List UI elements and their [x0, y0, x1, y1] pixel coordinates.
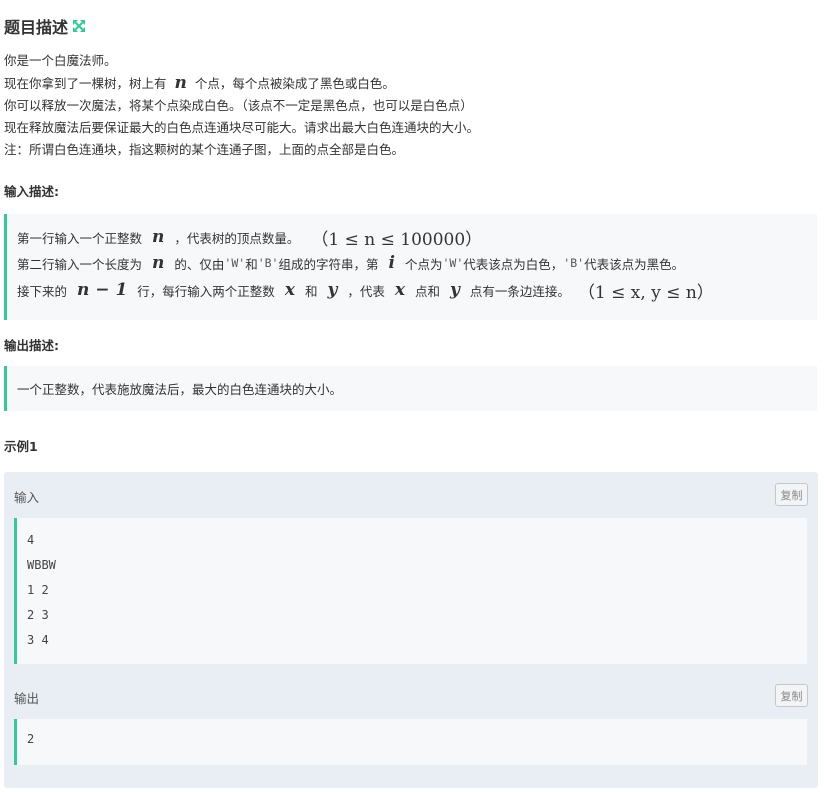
- example-box: 输入 复制 4 WBBW 1 2 2 3 3 4 输出 复制 2: [4, 472, 818, 788]
- description-line: 注：所谓白色连通块，指这颗树的某个连通子图，上面的点全部是白色。: [4, 142, 405, 157]
- code-line: 2: [27, 732, 35, 746]
- code-line: 2 3: [27, 608, 49, 622]
- description-line: 现在释放魔法后要保证最大的白色点连通块尽可能大。请求出最大白色连通块的大小。: [4, 120, 480, 135]
- output-description-block: 一个正整数，代表施放魔法后，最大的白色连通块的大小。: [4, 366, 817, 411]
- copy-input-button[interactable]: 复制: [775, 483, 808, 506]
- output-description-heading: 输出描述:: [4, 338, 59, 353]
- example-input-label: 输入: [14, 490, 40, 505]
- expand-icon[interactable]: [72, 19, 86, 33]
- problem-title-row: 题目描述: [4, 14, 86, 38]
- input-line-3: 接下来的 n − 1 行，每行输入两个正整数 x 和 y ，代表 x 点和 y …: [17, 276, 817, 304]
- input-description-block: 第一行输入一个正整数 n ，代表树的顶点数量。 （1 ≤ n ≤ 100000）…: [4, 214, 817, 320]
- copy-output-button[interactable]: 复制: [775, 684, 808, 707]
- description-line: 现在你拿到了一棵树，树上有 n 个点，每个点被染成了黑色或白色。: [4, 73, 395, 93]
- description-line: 你可以释放一次魔法，将某个点染成白色。（该点不一定是黑色点，也可以是白色点）: [4, 98, 473, 113]
- code-line: 1 2: [27, 583, 49, 597]
- example-input-code[interactable]: 4 WBBW 1 2 2 3 3 4: [14, 518, 807, 664]
- math-constraint: （1 ≤ n ≤ 100000）: [311, 229, 483, 250]
- input-line-1: 第一行输入一个正整数 n ，代表树的顶点数量。 （1 ≤ n ≤ 100000）: [17, 224, 817, 250]
- example-heading: 示例1: [4, 439, 38, 454]
- example-output-code[interactable]: 2: [14, 719, 807, 765]
- example-output-label: 输出: [14, 691, 40, 706]
- input-description-heading: 输入描述:: [4, 184, 59, 199]
- input-line-2: 第二行输入一个长度为 n 的、仅由 'W' 和 'B' 组成的字符串，第 i 个…: [17, 253, 685, 273]
- description-line: 你是一个白魔法师。: [4, 53, 117, 68]
- output-description-text: 一个正整数，代表施放魔法后，最大的白色连通块的大小。: [17, 382, 343, 397]
- math-var: n: [174, 73, 187, 93]
- code-line: 4: [27, 533, 35, 547]
- code-line: 3 4: [27, 633, 49, 647]
- problem-description: 你是一个白魔法师。 现在你拿到了一棵树，树上有 n 个点，每个点被染成了黑色或白…: [4, 50, 479, 161]
- math-constraint: （1 ≤ x, y ≤ n）: [577, 282, 714, 303]
- code-line: WBBW: [27, 558, 56, 572]
- page-title: 题目描述: [4, 18, 69, 37]
